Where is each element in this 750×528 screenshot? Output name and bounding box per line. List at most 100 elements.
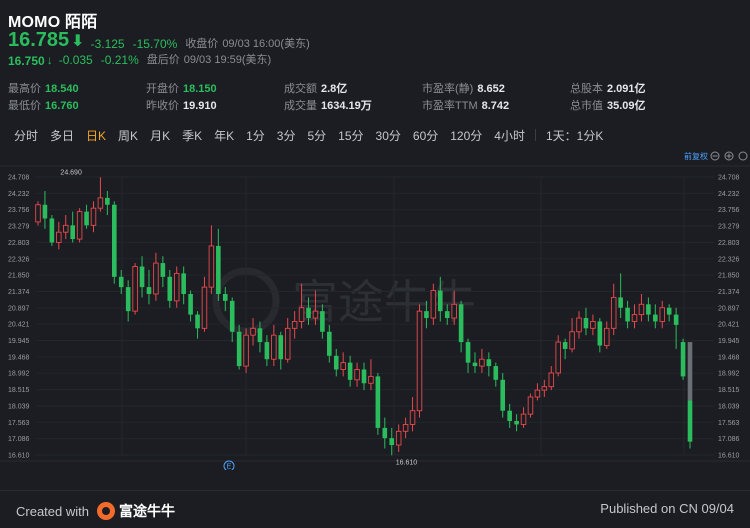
candle-body-down: [146, 287, 152, 294]
candle-body-down: [105, 197, 110, 205]
y-tick-label-right: 18.515: [718, 387, 740, 394]
candle-body-down: [486, 359, 492, 367]
y-tick-label-left: 19.945: [8, 338, 30, 345]
candle-body-down: [118, 276, 124, 288]
candle-body-down: [618, 297, 623, 308]
candle-body-down: [389, 438, 395, 446]
small-down-arrow-icon: ↓: [46, 53, 53, 67]
candle-body-up: [520, 413, 527, 425]
candle-body-down: [84, 211, 89, 226]
candle-body-down: [472, 362, 478, 367]
tab-7[interactable]: 年K: [208, 127, 240, 144]
y-tick-label-right: 21.374: [718, 289, 740, 296]
y-tick-label-right: 24.708: [718, 175, 740, 182]
candle-body-up: [291, 321, 298, 329]
y-tick-label-right: 19.468: [718, 354, 740, 361]
earnings-event-marker[interactable]: E: [223, 460, 235, 472]
y-tick-label-left: 22.803: [8, 240, 30, 247]
candle-body-down: [188, 293, 193, 315]
candle-body-down: [507, 410, 512, 422]
tab-1[interactable]: 分时: [8, 127, 44, 144]
candle-body-up: [284, 327, 291, 360]
candle-body-up: [555, 341, 561, 374]
candle-body-up: [271, 334, 277, 360]
candle-body-up: [430, 290, 437, 319]
price-change: -3.125: [90, 37, 125, 51]
candle-body-up: [35, 204, 41, 223]
candle-body-down: [458, 304, 464, 343]
tab-10[interactable]: 5分: [301, 127, 332, 144]
tab-3[interactable]: 日K: [80, 127, 112, 144]
after-time: 09/03 19:59(美东): [183, 54, 272, 66]
watermark-text: 富途牛牛: [292, 275, 476, 329]
candle-body-up: [604, 327, 610, 346]
y-axis-left: 24.708 24.232 23.756 23.279 22.803 22.326 21.8…: [8, 175, 30, 460]
stat-low: 最低价 16.760: [8, 100, 79, 112]
tab-14[interactable]: 120分: [444, 127, 488, 144]
tab-separator: [534, 129, 536, 141]
tab-11[interactable]: 15分: [332, 127, 369, 144]
y-tick-label-left: 24.232: [8, 191, 30, 198]
tab-9[interactable]: 3分: [271, 127, 302, 144]
candle-body-up: [416, 310, 423, 412]
adjust-mode-link[interactable]: 前复权: [684, 151, 708, 161]
tab-4[interactable]: 周K: [112, 127, 144, 144]
candle-body-up: [62, 224, 69, 233]
tab-15[interactable]: 4小时: [488, 127, 531, 144]
candle-body-up: [631, 314, 638, 322]
candle-body-down: [687, 400, 693, 442]
y-tick-label-right: 22.803: [718, 240, 740, 247]
candle-body-up: [132, 266, 138, 312]
y-tick-label-right: 20.421: [718, 322, 740, 329]
candle-body-down: [465, 342, 471, 363]
candle-body-down: [375, 376, 381, 428]
candle-body-up: [153, 262, 159, 295]
y-tick-label-right: 17.086: [718, 436, 740, 443]
y-tick-label-right: 23.756: [718, 207, 740, 214]
y-tick-label-right: 16.610: [718, 453, 740, 460]
candle-body-down: [597, 321, 603, 346]
candle-body-down: [181, 273, 186, 294]
tab-12[interactable]: 30分: [370, 127, 407, 144]
candle-body-down: [347, 362, 353, 380]
y-tick-label-left: 20.421: [8, 322, 30, 329]
after-label: 盘后价: [146, 54, 180, 66]
candle-body-down: [125, 287, 131, 312]
y-tick-label-right: 21.850: [718, 273, 740, 280]
candle-body-down: [646, 304, 651, 315]
candle-body-up: [208, 245, 215, 288]
footer: Created with 富途牛牛 Published on CN 09/04: [0, 490, 750, 528]
settings-icon[interactable]: [738, 151, 748, 161]
y-tick-label-left: 22.326: [8, 256, 30, 263]
y-tick-label-left: 18.039: [8, 403, 30, 410]
y-tick-label-right: 24.232: [718, 191, 740, 198]
candle-body-up: [610, 296, 617, 329]
tab-intraday-1min[interactable]: 1天：1分K: [540, 127, 609, 144]
stat-volume: 成交量 1634.19万: [284, 100, 372, 112]
candle-body-down: [306, 307, 311, 319]
y-tick-label-right: 18.992: [718, 371, 740, 378]
candle-body-down: [229, 300, 235, 332]
y-tick-label-right: 22.326: [718, 256, 740, 263]
candle-body-up: [590, 321, 596, 329]
stats-panel: 最高价 18.540 最低价 16.760 开盘价 18.150 昨收价 19.910 …: [0, 78, 750, 118]
period-tabs: 分时 多日 日K 周K 月K 季K 年K 1分 3分 5分 15分 30分 60…: [0, 124, 750, 146]
y-tick-label-left: 17.086: [8, 436, 30, 443]
tab-5[interactable]: 月K: [144, 127, 176, 144]
candle-body-up: [312, 310, 319, 319]
candle-body-down: [333, 355, 339, 370]
candle-body-up: [243, 334, 249, 367]
tab-8[interactable]: 1分: [240, 127, 271, 144]
candle-body-down: [680, 342, 686, 377]
tab-13[interactable]: 60分: [407, 127, 444, 144]
y-tick-label-right: 23.279: [718, 224, 740, 231]
candle-body-up: [250, 327, 256, 336]
published-date: Published on CN 09/04: [600, 501, 734, 516]
candle-body-down: [327, 331, 332, 356]
y-tick-label-left: 23.756: [8, 207, 30, 214]
candle-body-down: [444, 311, 450, 319]
y-tick-label-left: 18.515: [8, 387, 30, 394]
candle-body-up: [479, 358, 485, 367]
tab-6[interactable]: 季K: [176, 127, 208, 144]
tab-2[interactable]: 多日: [44, 127, 80, 144]
